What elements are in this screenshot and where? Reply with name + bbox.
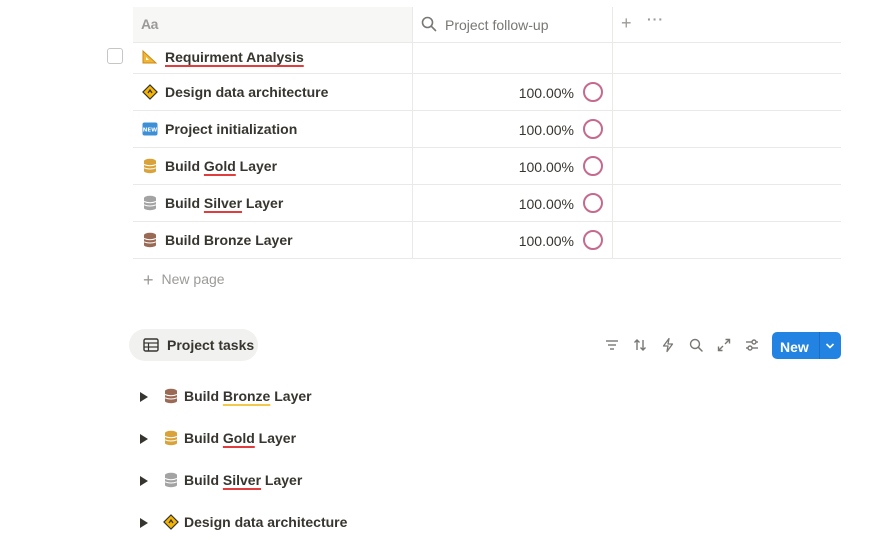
view-tab-label: Project tasks [167,337,255,353]
progress-ring-icon [583,193,603,213]
diamond-sign-icon [163,514,179,530]
followup-cell[interactable]: 100.00% [413,185,613,221]
new-button[interactable]: New [772,332,841,359]
new-page-button[interactable]: + New page [143,270,225,291]
table-row[interactable]: Design data architecture 100.00% [133,74,841,111]
settings-sliders-icon[interactable] [744,337,760,353]
name-cell[interactable]: Requirment Analysis [133,43,413,73]
table-row[interactable]: Build Bronze Layer 100.00% [133,222,841,259]
table-row[interactable]: Build Silver Layer 100.00% [133,185,841,222]
name-cell[interactable]: NEW Project initialization [133,111,413,147]
task-title[interactable]: Design data architecture [184,514,347,530]
progress-value: 100.00% [518,159,574,175]
progress-value: 100.00% [518,85,574,101]
task-title[interactable]: Build Gold Layer [184,430,296,446]
database-bronze-icon [142,232,158,248]
followup-cell[interactable]: 100.00% [413,222,613,258]
progress-value: 100.00% [518,233,574,249]
name-cell[interactable]: Build Gold Layer [133,148,413,184]
sort-icon[interactable] [632,337,648,353]
add-property-button[interactable]: + [621,13,632,33]
name-column-header[interactable]: Aa [133,7,413,42]
followup-cell[interactable]: 100.00% [413,148,613,184]
text-type-icon: Aa [141,16,158,32]
new-page-label: New page [161,271,225,287]
plus-icon: + [143,270,154,290]
diamond-sign-icon [142,84,158,100]
progress-ring-icon [583,230,603,250]
table-row[interactable]: Requirment Analysis [133,43,841,74]
table-icon [143,338,159,357]
progress-ring-icon [583,156,603,176]
task-title[interactable]: Build Bronze Layer [184,388,312,404]
followup-cell[interactable] [413,43,613,73]
table-row[interactable]: Build Gold Layer 100.00% [133,148,841,185]
table-header: Aa Project follow-up + ··· [133,7,841,43]
followup-cell[interactable]: 100.00% [413,111,613,147]
followup-cell[interactable]: 100.00% [413,74,613,110]
filter-icon[interactable] [604,337,620,353]
search-icon [421,16,437,37]
row-title[interactable]: Build Gold Layer [165,158,277,174]
expand-triangle-icon[interactable] [140,518,148,528]
new-button-label: New [780,339,809,355]
chevron-down-icon[interactable] [824,339,836,357]
expand-triangle-icon[interactable] [140,476,148,486]
name-cell[interactable]: Build Bronze Layer [133,222,413,258]
name-cell[interactable]: Design data architecture [133,74,413,110]
expand-triangle-icon[interactable] [140,392,148,402]
progress-ring-icon [583,119,603,139]
table-row[interactable]: NEW Project initialization 100.00% [133,111,841,148]
row-title[interactable]: Design data architecture [165,84,328,100]
database-bronze-icon [163,388,179,404]
progress-value: 100.00% [518,196,574,212]
search-icon[interactable] [688,337,704,353]
triangle-ruler-icon [142,49,158,65]
row-select-checkbox[interactable] [107,48,123,64]
svg-text:NEW: NEW [143,128,157,134]
database-silver-icon [163,472,179,488]
database-gold-icon [163,430,179,446]
database-silver-icon [142,195,158,211]
progress-value: 100.00% [518,122,574,138]
more-options-button[interactable]: ··· [647,11,664,27]
progress-ring-icon [583,82,603,102]
button-divider [819,332,820,359]
task-title[interactable]: Build Silver Layer [184,472,302,488]
row-title[interactable]: Requirment Analysis [165,49,304,65]
expand-triangle-icon[interactable] [140,434,148,444]
name-cell[interactable]: Build Silver Layer [133,185,413,221]
database-gold-icon [142,158,158,174]
column-label: Project follow-up [445,17,549,33]
expand-icon[interactable] [716,337,732,353]
new-badge-icon: NEW [142,121,158,137]
row-title[interactable]: Project initialization [165,121,297,137]
row-title[interactable]: Build Bronze Layer [165,232,293,248]
row-title[interactable]: Build Silver Layer [165,195,283,211]
project-followup-column-header[interactable]: Project follow-up [413,7,613,42]
automation-bolt-icon[interactable] [660,337,676,353]
view-tab-project-tasks[interactable]: Project tasks [129,329,258,361]
